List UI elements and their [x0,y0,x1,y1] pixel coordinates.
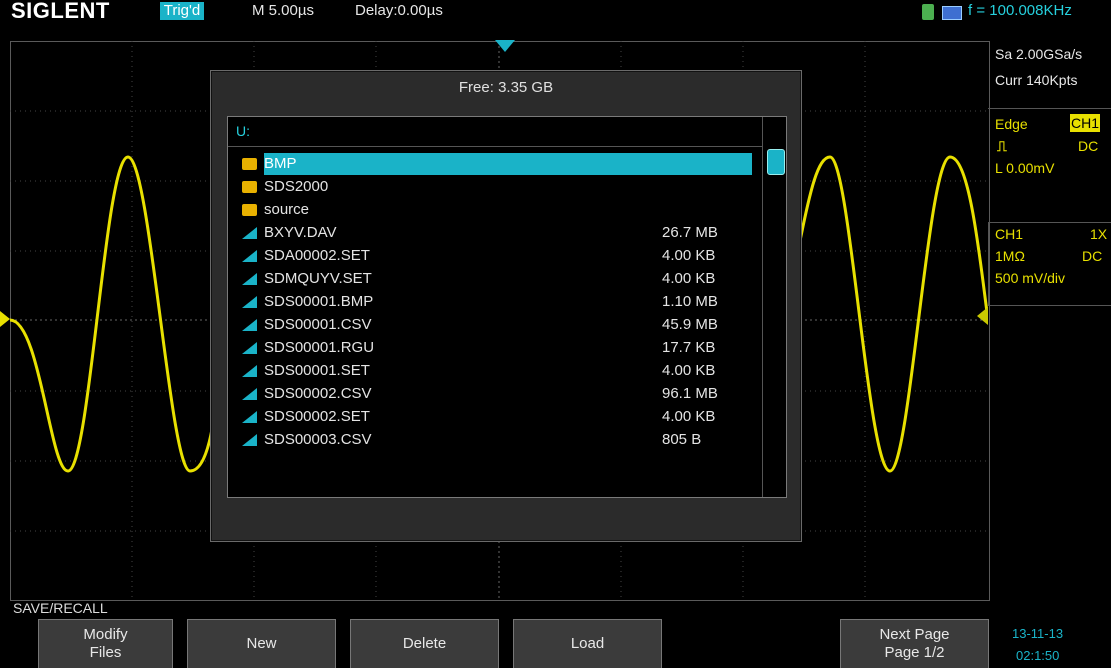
file-size: 45.9 MB [662,316,718,333]
trigger-source-badge: CH1 [1070,114,1100,132]
file-size: 4.00 KB [662,408,716,425]
file-size: 4.00 KB [662,362,716,379]
file-size: 4.00 KB [662,270,716,287]
file-name: SDS00001.BMP [264,293,374,310]
file-name: SDS00001.RGU [264,339,375,356]
file-size: 4.00 KB [662,247,716,264]
file-row[interactable]: SDS00002.SET 4.00 KB [242,406,752,428]
next-page-label: Next Page [879,626,950,643]
file-list[interactable]: U: BMP SDS2000 source BXYV.DAV 26.7 MB SD… [227,116,787,498]
file-icon [242,296,257,308]
file-name: SDS2000 [264,178,329,195]
divider [228,146,762,147]
usb-icon [922,4,934,20]
file-name: SDA00002.SET [264,247,370,264]
folder-icon [242,181,257,193]
modify-files-label-2: Files [89,644,122,661]
channel-coupling: DC [1082,248,1103,264]
folder-icon [242,158,257,170]
drive-label: U: [236,123,250,139]
file-icon [242,273,257,285]
scrollbar[interactable] [762,117,787,497]
file-icon [242,319,257,331]
scrollbar-thumb[interactable] [767,149,785,175]
file-size: 96.1 MB [662,385,718,402]
pc-connection-icon [942,6,962,20]
new-label: New [246,635,277,652]
file-row[interactable]: SDS00003.CSV 805 B [242,429,752,451]
file-icon [242,365,257,377]
free-space-label: Free: 3.35 GB [458,79,554,96]
file-row[interactable]: source [242,199,752,221]
file-name: BXYV.DAV [264,224,337,241]
delete-button[interactable]: Delete [350,619,499,668]
file-row[interactable]: BXYV.DAV 26.7 MB [242,222,752,244]
folder-icon [242,204,257,216]
file-size: 17.7 KB [662,339,716,356]
file-name: SDS00001.SET [264,362,370,379]
file-row[interactable]: SDS00001.BMP 1.10 MB [242,291,752,313]
file-row-bmp[interactable]: BMP [242,153,752,175]
time-readout: 02:1:50 [1016,648,1060,663]
file-name: BMP [264,155,297,172]
next-page-button[interactable]: Next Page Page 1/2 [840,619,989,668]
load-label: Load [570,635,605,652]
trigger-position-marker [495,40,515,52]
file-icon [242,342,257,354]
file-icon [242,434,257,446]
file-row[interactable]: SDS00001.RGU 17.7 KB [242,337,752,359]
page-indicator: Page 1/2 [884,644,945,661]
file-row[interactable]: SDMQUYV.SET 4.00 KB [242,268,752,290]
delay-readout: Delay:0.00µs [355,2,443,19]
file-icon [242,227,257,239]
channel-label: CH1 [995,226,1024,242]
file-name: SDS00001.CSV [264,316,372,333]
trigger-level-marker [977,307,988,325]
trigger-status-badge: Trig'd [160,2,204,20]
file-size: 1.10 MB [662,293,718,310]
file-name: SDMQUYV.SET [264,270,372,287]
modify-files-button[interactable]: Modify Files [38,619,173,668]
probe-ratio: 1X [1090,226,1108,242]
modify-files-label-1: Modify [83,626,128,643]
vertical-scale: 500 mV/div [995,270,1066,286]
file-row[interactable]: SDA00002.SET 4.00 KB [242,245,752,267]
file-icon [242,250,257,262]
file-icon [242,388,257,400]
delete-label: Delete [402,635,447,652]
timebase-readout: M 5.00µs [252,2,314,19]
file-name: SDS00002.CSV [264,385,372,402]
file-name: SDS00002.SET [264,408,370,425]
file-browser-dialog: Free: 3.35 GB U: BMP SDS2000 source BXYV… [210,70,802,542]
file-name: source [264,201,310,218]
file-row[interactable]: SDS00001.SET 4.00 KB [242,360,752,382]
trigger-type: Edge [995,116,1028,132]
trigger-level: L 0.00mV [995,160,1055,176]
load-button[interactable]: Load [513,619,662,668]
new-button[interactable]: New [187,619,336,668]
file-row[interactable]: SDS00002.CSV 96.1 MB [242,383,752,405]
ch1-ground-marker [0,311,10,327]
file-row[interactable]: SDS00001.CSV 45.9 MB [242,314,752,336]
date-readout: 13-11-13 [1012,626,1064,641]
memory-depth: Curr 140Kpts [995,72,1078,88]
file-size: 26.7 MB [662,224,718,241]
input-impedance: 1MΩ [995,248,1025,264]
menu-title: SAVE/RECALL [13,600,108,616]
file-row[interactable]: SDS2000 [242,176,752,198]
sample-rate: Sa 2.00GSa/s [995,46,1083,62]
status-bar: SIGLENT Trig'd M 5.00µs Delay:0.00µs f =… [0,0,1111,23]
rising-edge-icon: ⎍ [997,138,1007,154]
trigger-coupling: DC [1078,138,1099,154]
file-size: 805 B [662,431,702,448]
file-icon [242,411,257,423]
frequency-readout: f = 100.008KHz [968,2,1072,19]
file-name: SDS00003.CSV [264,431,372,448]
brand-logo: SIGLENT [11,0,110,23]
